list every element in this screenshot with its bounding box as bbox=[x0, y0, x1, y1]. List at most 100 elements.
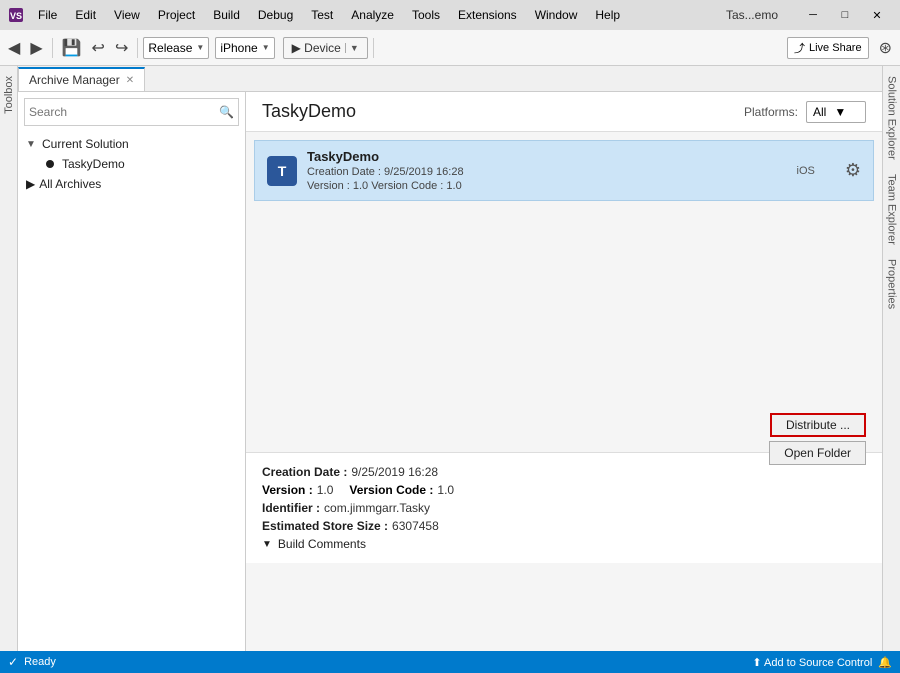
minimize-button[interactable]: ─ bbox=[798, 5, 828, 25]
archive-title: TaskyDemo bbox=[262, 101, 744, 122]
content-area: 🔍 ▼ Current Solution TaskyDemo ▶ All Arc… bbox=[18, 92, 882, 651]
all-archives-item[interactable]: ▶ All Archives bbox=[18, 174, 245, 194]
identifier-value: com.jimmgarr.Tasky bbox=[324, 501, 430, 515]
tab-close-button[interactable]: ✕ bbox=[126, 75, 134, 86]
separator-1 bbox=[52, 38, 53, 58]
menu-window[interactable]: Window bbox=[527, 4, 586, 26]
redo-button[interactable]: ↪ bbox=[111, 36, 132, 60]
right-panel: TaskyDemo Platforms: All ▼ T TaskyDemo C… bbox=[246, 92, 882, 651]
archive-entry-date: Creation Date : 9/25/2019 16:28 bbox=[307, 166, 787, 178]
app-icon: VS bbox=[8, 7, 24, 23]
taskydemo-item[interactable]: TaskyDemo bbox=[18, 154, 245, 174]
status-right: ⬆ Add to Source Control 🔔 bbox=[752, 656, 892, 669]
creation-date-row: Creation Date : 9/25/2019 16:28 bbox=[262, 465, 866, 479]
menu-view[interactable]: View bbox=[106, 4, 148, 26]
configuration-dropdown[interactable]: Release ▼ bbox=[143, 37, 209, 59]
platforms-value: All bbox=[813, 105, 826, 119]
taskydemo-label: TaskyDemo bbox=[62, 157, 125, 171]
left-strip: Toolbox bbox=[0, 66, 18, 651]
identifier-row: Identifier : com.jimmgarr.Tasky bbox=[262, 501, 866, 515]
version-code-value: 1.0 bbox=[437, 483, 454, 497]
version-label: Version : bbox=[262, 483, 313, 497]
menu-help[interactable]: Help bbox=[587, 4, 628, 26]
identifier-label: Identifier : bbox=[262, 501, 320, 515]
undo-button[interactable]: ↩ bbox=[88, 36, 109, 60]
archive-info: TaskyDemo Creation Date : 9/25/2019 16:2… bbox=[307, 149, 787, 192]
archive-ios-badge: iOS bbox=[797, 165, 815, 177]
archive-entry-name: TaskyDemo bbox=[307, 149, 787, 164]
team-explorer-tab[interactable]: Team Explorer bbox=[884, 168, 900, 251]
archive-gear-icon[interactable]: ⚙ bbox=[845, 160, 861, 181]
store-size-value: 6307458 bbox=[392, 519, 439, 533]
search-box-container: 🔍 bbox=[24, 98, 239, 126]
platform-label: iPhone bbox=[220, 41, 257, 55]
menu-edit[interactable]: Edit bbox=[67, 4, 104, 26]
status-ready-text: Ready bbox=[24, 656, 56, 668]
menu-project[interactable]: Project bbox=[150, 4, 203, 26]
platforms-dropdown[interactable]: All ▼ bbox=[806, 101, 866, 123]
status-left: ✓ Ready bbox=[8, 655, 744, 669]
current-solution-item[interactable]: ▼ Current Solution bbox=[18, 134, 245, 154]
menu-extensions[interactable]: Extensions bbox=[450, 4, 525, 26]
tab-bar: Archive Manager ✕ bbox=[18, 66, 882, 92]
window-controls: ─ □ ✕ bbox=[798, 5, 892, 25]
archive-header: TaskyDemo Platforms: All ▼ bbox=[246, 92, 882, 132]
toolbar-extra-button[interactable]: ⊛ bbox=[875, 36, 896, 60]
save-all-button[interactable]: 💾 bbox=[58, 36, 86, 60]
build-comments-label: Build Comments bbox=[278, 537, 366, 551]
bell-icon[interactable]: 🔔 bbox=[878, 656, 892, 669]
run-label: ▶ Device bbox=[292, 41, 341, 55]
configuration-dropdown-arrow: ▼ bbox=[196, 43, 204, 52]
taskydemo-icon bbox=[46, 160, 54, 168]
menu-analyze[interactable]: Analyze bbox=[343, 4, 402, 26]
main-area: Archive Manager ✕ 🔍 ▼ Current Solution bbox=[18, 66, 882, 651]
configuration-label: Release bbox=[148, 41, 192, 55]
archive-entry-icon: T bbox=[267, 156, 297, 186]
menu-tools[interactable]: Tools bbox=[404, 4, 448, 26]
build-comments[interactable]: ▼ Build Comments bbox=[262, 537, 866, 551]
forward-button[interactable]: ▶ bbox=[26, 36, 46, 60]
restore-button[interactable]: □ bbox=[830, 5, 860, 25]
details-panel: Distribute ... Open Folder Creation Date… bbox=[246, 452, 882, 563]
run-dropdown-arrow[interactable]: ▼ bbox=[345, 43, 359, 53]
run-button[interactable]: ▶ Device ▼ bbox=[283, 37, 368, 59]
left-panel: 🔍 ▼ Current Solution TaskyDemo ▶ All Arc… bbox=[18, 92, 246, 651]
window-title: Tas...emo bbox=[706, 8, 798, 22]
archive-manager-tab-label: Archive Manager bbox=[29, 73, 120, 87]
separator-3 bbox=[373, 38, 374, 58]
platform-dropdown[interactable]: iPhone ▼ bbox=[215, 37, 274, 59]
store-size-label: Estimated Store Size : bbox=[262, 519, 388, 533]
version-value: 1.0 bbox=[317, 483, 334, 497]
close-button[interactable]: ✕ bbox=[862, 5, 892, 25]
live-share-icon: ⤴ bbox=[794, 40, 805, 56]
status-bar: ✓ Ready ⬆ Add to Source Control 🔔 bbox=[0, 651, 900, 673]
archive-list: T TaskyDemo Creation Date : 9/25/2019 16… bbox=[246, 132, 882, 452]
search-icon: 🔍 bbox=[219, 105, 234, 119]
tree-section: ▼ Current Solution TaskyDemo ▶ All Archi… bbox=[18, 132, 245, 196]
back-button[interactable]: ◀ bbox=[4, 36, 24, 60]
creation-date-value: 9/25/2019 16:28 bbox=[351, 465, 438, 479]
add-to-source-control-text[interactable]: ⬆ Add to Source Control bbox=[752, 656, 872, 669]
platforms-arrow: ▼ bbox=[834, 105, 846, 119]
menu-build[interactable]: Build bbox=[205, 4, 248, 26]
all-archives-arrow: ▶ bbox=[26, 177, 35, 191]
menu-file[interactable]: File bbox=[30, 4, 65, 26]
platforms-label: Platforms: bbox=[744, 105, 798, 119]
open-folder-button[interactable]: Open Folder bbox=[769, 441, 866, 465]
properties-tab[interactable]: Properties bbox=[884, 253, 900, 315]
search-input[interactable] bbox=[29, 105, 219, 119]
distribute-button[interactable]: Distribute ... bbox=[770, 413, 866, 437]
toolbox-tab[interactable]: Toolbox bbox=[1, 70, 17, 120]
menu-test[interactable]: Test bbox=[303, 4, 341, 26]
live-share-button[interactable]: ⤴ Live Share bbox=[787, 37, 869, 59]
toolbar: ◀ ▶ 💾 ↩ ↪ Release ▼ iPhone ▼ ▶ Device ▼ … bbox=[0, 30, 900, 66]
menu-debug[interactable]: Debug bbox=[250, 4, 301, 26]
live-share-label: Live Share bbox=[809, 42, 862, 54]
archive-manager-tab[interactable]: Archive Manager ✕ bbox=[18, 67, 145, 91]
version-row: Version : 1.0 Version Code : 1.0 bbox=[262, 483, 866, 497]
version-code-label: Version Code : bbox=[349, 483, 433, 497]
store-size-row: Estimated Store Size : 6307458 bbox=[262, 519, 866, 533]
status-ready-icon: ✓ bbox=[8, 655, 18, 669]
solution-explorer-tab[interactable]: Solution Explorer bbox=[884, 70, 900, 166]
archive-entry[interactable]: T TaskyDemo Creation Date : 9/25/2019 16… bbox=[254, 140, 874, 201]
